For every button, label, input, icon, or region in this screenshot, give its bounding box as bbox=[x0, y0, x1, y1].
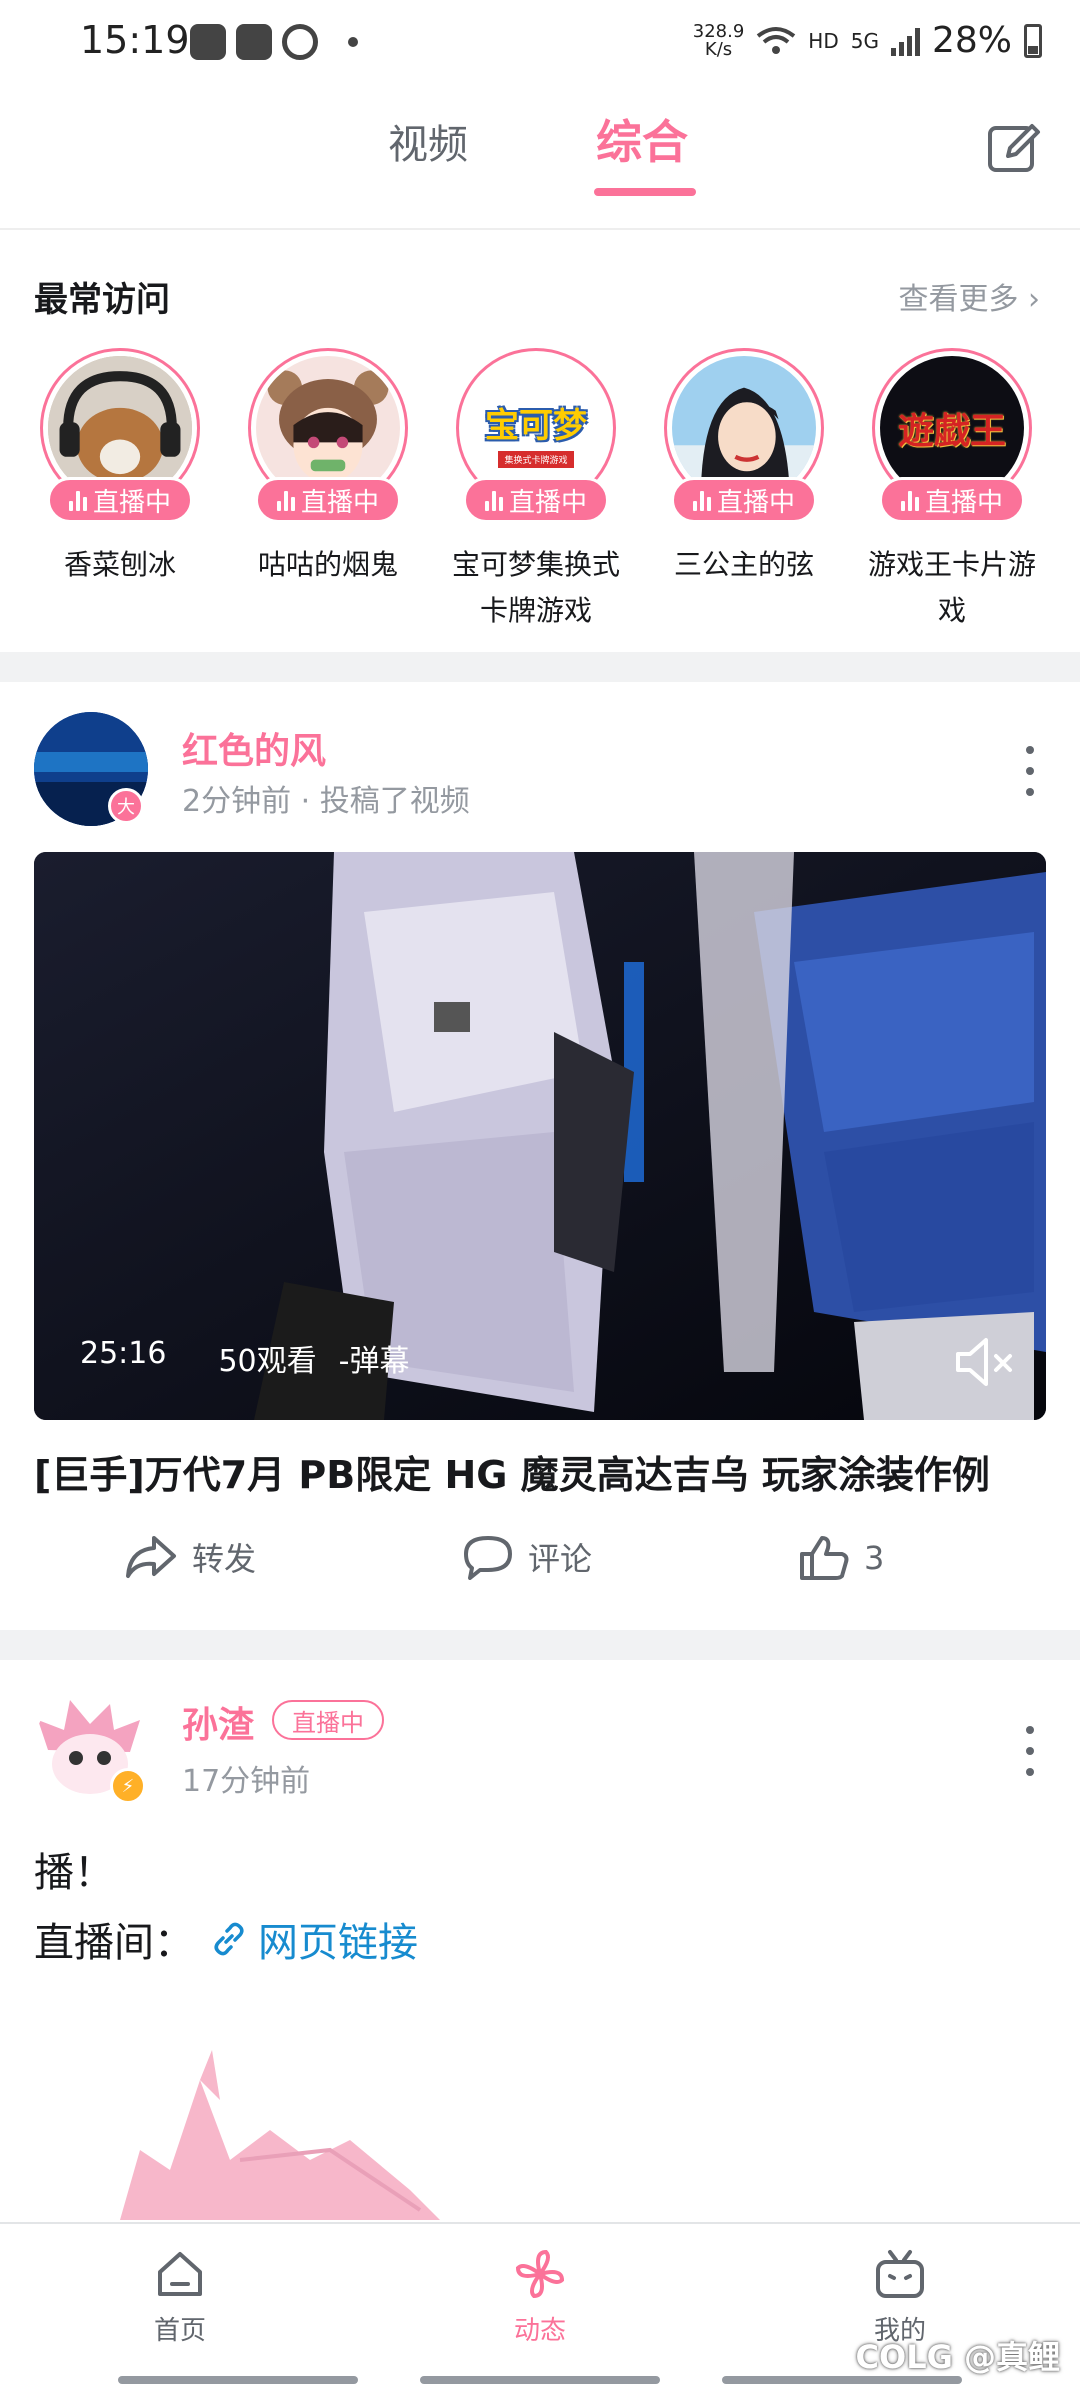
bottom-navigation: 首页 动态 我的 COLG @真鲤 bbox=[0, 2222, 1080, 2400]
comment-icon bbox=[464, 1536, 512, 1580]
hd-indicator: HD bbox=[808, 28, 839, 53]
section-divider bbox=[0, 652, 1080, 682]
live-bars-icon bbox=[484, 489, 503, 511]
live-status-tag[interactable]: 直播中 bbox=[272, 1700, 384, 1740]
tv-icon bbox=[876, 2250, 924, 2298]
pokemon-logo-subtitle: 集换式卡牌游戏 bbox=[498, 451, 574, 468]
video-views: 50观看 bbox=[218, 1344, 317, 1379]
frequent-item-2[interactable]: 直播中 咕咕的烟鬼 bbox=[228, 348, 428, 588]
frequent-item-name: 香菜刨冰 bbox=[63, 548, 176, 581]
top-tab-bar: 视频 综合 bbox=[0, 90, 1080, 230]
share-button[interactable]: 转发 bbox=[124, 1534, 256, 1580]
post-author-name[interactable]: 红色的风 bbox=[182, 722, 326, 774]
nav-home[interactable]: 首页 bbox=[100, 2246, 260, 2347]
gesture-bar bbox=[420, 2376, 660, 2384]
battery-icon bbox=[1024, 23, 1042, 58]
avatar: 遊戯王 直播中 bbox=[872, 348, 1032, 523]
post-meta: 2分钟前 · 投稿了视频 bbox=[182, 784, 470, 819]
video-duration: 25:16 bbox=[80, 1336, 167, 1371]
avatar: 宝可梦 集换式卡牌游戏 直播中 bbox=[456, 348, 616, 523]
avatar: 直播中 bbox=[664, 348, 824, 523]
notification-icons bbox=[190, 24, 358, 60]
post-meta: 17分钟前 bbox=[182, 1764, 311, 1799]
yugioh-logo: 遊戯王 bbox=[897, 411, 1006, 452]
section-divider bbox=[0, 1630, 1080, 1660]
status-right: 328.9 K/s HD 5G 28% bbox=[693, 20, 1042, 61]
post-text-line-2: 直播间： 网页链接 bbox=[34, 1910, 418, 1968]
frequent-item-3[interactable]: 宝可梦 集换式卡牌游戏 直播中 宝可梦集换式卡牌游戏 bbox=[436, 348, 636, 634]
video-thumbnail[interactable]: 25:16 50观看 -弹幕 bbox=[34, 852, 1046, 1420]
feed-post-live: ⚡ 孙渣 直播中 17分钟前 播！ 直播间： 网页链接 bbox=[0, 1660, 1080, 2220]
signal-icon bbox=[890, 26, 920, 56]
more-options-icon[interactable] bbox=[1020, 746, 1040, 796]
like-button[interactable]: 3 bbox=[798, 1534, 884, 1582]
share-icon bbox=[126, 1536, 176, 1578]
web-link[interactable]: 网页链接 bbox=[210, 1910, 418, 1968]
battery-percent: 28% bbox=[931, 20, 1012, 61]
cloud-sync-icon bbox=[190, 24, 226, 60]
app-notification-icon bbox=[236, 24, 272, 60]
link-icon bbox=[214, 1922, 244, 1956]
live-badge: 直播中 bbox=[463, 477, 609, 523]
frequent-item-name: 咕咕的烟鬼 bbox=[257, 548, 398, 581]
post-text-line-1: 播！ bbox=[34, 1850, 114, 1896]
frequent-item-5[interactable]: 遊戯王 直播中 游戏王卡片游戏 bbox=[852, 348, 1052, 634]
sync-icon bbox=[282, 24, 318, 60]
gesture-bar bbox=[118, 2376, 358, 2384]
pokemon-logo: 宝可梦 bbox=[485, 406, 587, 446]
live-bars-icon bbox=[692, 489, 711, 511]
live-badge: 直播中 bbox=[255, 477, 401, 523]
avatar: 直播中 bbox=[40, 348, 200, 523]
live-bars-icon bbox=[900, 489, 919, 511]
section-title: 最常访问 bbox=[34, 280, 170, 320]
view-more-link[interactable]: 查看更多 › bbox=[898, 274, 1040, 318]
video-frame-image bbox=[34, 852, 1046, 1420]
edit-icon[interactable] bbox=[986, 120, 1042, 176]
live-badge: 直播中 bbox=[47, 477, 193, 523]
post-author-name[interactable]: 孙渣 bbox=[182, 1696, 254, 1748]
live-bars-icon bbox=[68, 489, 87, 511]
video-title[interactable]: [巨手]万代7月 PB限定 HG 魔灵高达吉乌 玩家涂装作例 bbox=[34, 1444, 990, 1499]
post-image[interactable] bbox=[100, 2040, 460, 2220]
pinwheel-icon bbox=[515, 2249, 565, 2299]
tab-video[interactable]: 视频 bbox=[388, 112, 468, 170]
lightning-badge-icon: ⚡ bbox=[110, 1768, 146, 1804]
home-icon bbox=[158, 2252, 202, 2296]
video-stats: 25:16 50观看 -弹幕 bbox=[80, 1336, 409, 1380]
feed-post-video: 大 红色的风 2分钟前 · 投稿了视频 25:16 50观看 -弹幕 [巨手]万… bbox=[0, 682, 1080, 1630]
thumbs-up-icon bbox=[800, 1536, 849, 1580]
vip-badge: 大 bbox=[108, 788, 144, 824]
frequent-item-name: 游戏王卡片游戏 bbox=[867, 548, 1036, 627]
avatar: 直播中 bbox=[248, 348, 408, 523]
active-tab-indicator bbox=[594, 188, 696, 196]
comment-button[interactable]: 评论 bbox=[462, 1534, 592, 1580]
frequent-item-4[interactable]: 直播中 三公主的弦 bbox=[644, 348, 844, 588]
network-speed: 328.9 K/s bbox=[692, 20, 745, 60]
frequent-item-name: 宝可梦集换式卡牌游戏 bbox=[451, 548, 620, 627]
more-options-icon[interactable] bbox=[1020, 1726, 1040, 1776]
watermark: COLG @真鲤 bbox=[855, 2338, 1061, 2376]
post-actions: 转发 评论 3 bbox=[0, 1534, 1080, 1594]
frequent-visits-section: 最常访问 查看更多 › 直播中 香菜刨冰 直播中 咕咕的烟鬼 宝可梦 集换式卡牌… bbox=[0, 232, 1080, 652]
frequent-item-1[interactable]: 直播中 香菜刨冰 bbox=[20, 348, 220, 588]
tab-comprehensive[interactable]: 综合 bbox=[596, 106, 688, 172]
video-danmaku: -弹幕 bbox=[338, 1344, 410, 1379]
frequent-item-name: 三公主的弦 bbox=[673, 548, 814, 581]
network-type: 5G bbox=[850, 28, 879, 53]
more-notifications-icon bbox=[348, 37, 358, 47]
mute-icon[interactable] bbox=[952, 1334, 1016, 1390]
status-time: 15:19 bbox=[80, 18, 190, 62]
nav-dynamic[interactable]: 动态 bbox=[460, 2246, 620, 2347]
live-badge: 直播中 bbox=[879, 477, 1025, 523]
status-bar: 15:19 328.9 K/s HD 5G 28% bbox=[0, 0, 1080, 90]
live-badge: 直播中 bbox=[671, 477, 817, 523]
live-room-label: 直播间： bbox=[34, 1920, 194, 1966]
live-bars-icon bbox=[276, 489, 295, 511]
wifi-icon bbox=[757, 26, 796, 54]
